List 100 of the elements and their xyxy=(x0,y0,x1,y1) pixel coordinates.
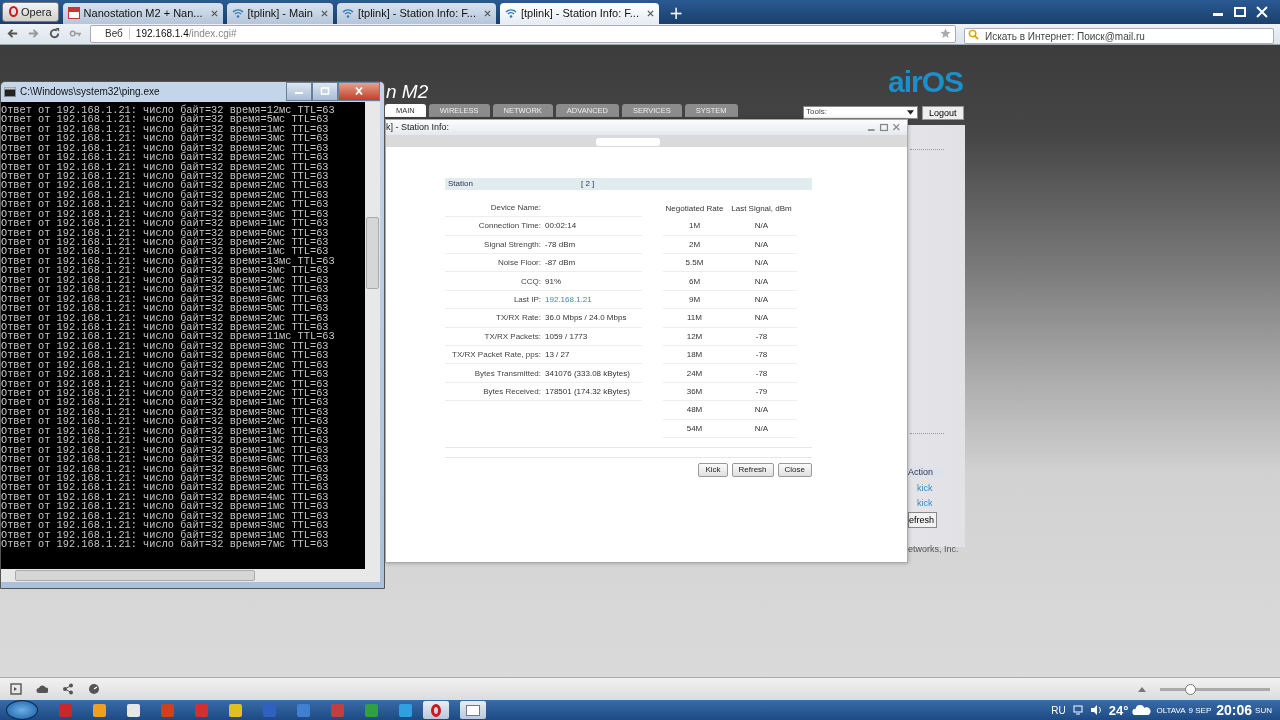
dialog-button[interactable]: Kick xyxy=(698,462,728,477)
close-icon[interactable] xyxy=(646,9,654,17)
close-button[interactable] xyxy=(338,81,380,101)
browser-tab[interactable]: [tplink] - Station Info: F... xyxy=(336,2,496,24)
dialog-button[interactable]: Close xyxy=(777,462,812,477)
app-icon[interactable] xyxy=(127,703,140,717)
speaker-icon[interactable] xyxy=(1089,704,1102,716)
table-cell-text: 1M xyxy=(687,221,702,231)
vertical-scrollbar[interactable] xyxy=(365,101,380,569)
console-line: Ответ от 192.168.1.21: число байт=32 время=1мс TTL=63 xyxy=(1,436,330,446)
table-cell-text: 24M xyxy=(685,368,704,378)
search-field[interactable]: Искать в Интернет: Поиск@mail.ru xyxy=(964,28,1274,45)
table-cell-text: -78 xyxy=(754,368,769,378)
table-cell-text: 12M xyxy=(685,331,704,341)
footer-text: etworks, Inc. xyxy=(908,543,959,554)
table-cell-text: N/A xyxy=(753,239,770,249)
star-icon[interactable] xyxy=(940,28,951,40)
new-tab-button[interactable]: + xyxy=(662,1,690,24)
table-cell-text: -78 xyxy=(754,331,769,341)
date-text: 9 SEP xyxy=(1188,705,1212,715)
field-label: TX/RX Packets: xyxy=(483,331,542,341)
field-value: 13 / 27 xyxy=(545,350,570,360)
field-value: 178501 (174.32 kBytes) xyxy=(545,386,630,396)
caret-icon xyxy=(907,109,914,115)
field-label: Noise Floor: xyxy=(496,258,542,268)
window-taskbar-icon[interactable] xyxy=(460,701,486,719)
dialog-title: k] - Station Info: xyxy=(386,122,451,133)
table-cell-text: N/A xyxy=(753,221,770,231)
console-line: Ответ от 192.168.1.21: число байт=32 время=2мс TTL=63 xyxy=(1,389,330,399)
background-button[interactable]: efresh xyxy=(908,511,937,528)
opera-menu-button[interactable]: Opera xyxy=(2,1,59,22)
zoom-out-icon[interactable] xyxy=(1138,686,1146,692)
close-icon xyxy=(354,87,364,96)
browser-tab[interactable]: Nanostation M2 + Nan... xyxy=(62,2,223,24)
table-cell-text: N/A xyxy=(753,295,770,304)
address-field[interactable]: Веб 192.168.1.4/index.cgi# xyxy=(90,24,956,43)
console-line: Ответ от 192.168.1.21: число байт=32 время=2мс TTL=63 xyxy=(1,417,330,427)
console-title: C:\Windows\system32\ping.exe xyxy=(20,86,161,98)
field-label: Bytes Transmitted: xyxy=(473,368,542,378)
tools-select[interactable]: Tools: xyxy=(803,105,918,119)
table-cell-text: N/A xyxy=(753,423,770,433)
airos-logo: airOS xyxy=(888,64,964,99)
wifi-icon xyxy=(341,7,354,20)
language-indicator[interactable]: RU xyxy=(1051,704,1066,716)
logout-button[interactable]: Logout xyxy=(922,105,964,120)
table-cell-text: 5.5M xyxy=(684,258,705,268)
browser-tab[interactable]: [tplink] - Main xyxy=(226,2,333,24)
app-icon[interactable] xyxy=(93,703,106,717)
network-icon[interactable] xyxy=(1071,704,1084,716)
web-mode-badge[interactable]: Веб xyxy=(91,28,130,40)
close-icon[interactable] xyxy=(483,9,491,17)
city-text: OLTAVA xyxy=(1156,705,1186,715)
table-cell-text: N/A xyxy=(753,405,770,415)
table-cell-text: 54M xyxy=(685,423,704,433)
table-cell-text: 2M xyxy=(687,239,702,249)
reload-icon[interactable] xyxy=(48,27,61,41)
maximize-icon xyxy=(320,87,330,96)
back-icon[interactable] xyxy=(6,27,19,41)
speed-dial-icon[interactable] xyxy=(88,683,100,696)
table-cell-text: -78 xyxy=(754,350,769,360)
lan-icon xyxy=(67,7,80,20)
table-cell-text: 36M xyxy=(685,386,704,396)
panel-icon[interactable] xyxy=(10,683,22,696)
station-label: Station xyxy=(447,179,474,189)
table-cell-text: 18M xyxy=(685,350,704,360)
minimize-button[interactable] xyxy=(286,81,312,101)
table-cell-text: -79 xyxy=(754,386,769,396)
field-label: TX/RX Rate: xyxy=(495,313,542,323)
console-line: Ответ от 192.168.1.21: число байт=32 время=2мс TTL=63 xyxy=(1,238,330,248)
forward-icon[interactable] xyxy=(27,27,40,41)
field-value: 1059 / 1773 xyxy=(545,331,588,341)
field-label: Device Name: xyxy=(489,203,542,213)
maximize-button[interactable] xyxy=(312,81,338,101)
share-icon[interactable] xyxy=(62,683,74,696)
dialog-button[interactable]: Refresh xyxy=(731,462,774,477)
ip-link[interactable]: 192.168.1.21 xyxy=(545,295,592,304)
field-value: 00:02:14 xyxy=(545,221,577,231)
column-header: Action xyxy=(908,465,944,478)
browser-tab[interactable]: [tplink] - Station Info: F... xyxy=(499,2,659,24)
opera-taskbar-icon[interactable] xyxy=(423,701,449,719)
cloud-icon[interactable] xyxy=(36,683,48,696)
field-label: Bytes Received: xyxy=(482,386,542,396)
console-line: Ответ от 192.168.1.21: число байт=32 время=2мс TTL=63 xyxy=(1,322,329,333)
redacted-area xyxy=(596,137,660,146)
close-icon[interactable] xyxy=(320,9,328,17)
field-value: 341076 (333.08 kBytes) xyxy=(545,368,630,378)
table-cell-text: N/A xyxy=(753,258,770,268)
console-icon xyxy=(4,86,16,97)
close-icon[interactable] xyxy=(210,9,218,17)
field-label: CCQ: xyxy=(520,276,542,286)
column-header: Last Signal, dBm xyxy=(730,203,793,213)
zoom-slider-thumb[interactable] xyxy=(1184,683,1196,695)
table-cell-text: N/A xyxy=(753,313,770,323)
field-label: Connection Time: xyxy=(477,221,542,231)
table-cell-text: 9M xyxy=(687,295,702,304)
start-button[interactable] xyxy=(6,700,38,720)
app-icon[interactable] xyxy=(229,703,242,717)
clock-text: 20:06 xyxy=(1216,702,1253,718)
station-index: [ 2 ] xyxy=(581,179,595,189)
search-icon xyxy=(968,28,979,40)
